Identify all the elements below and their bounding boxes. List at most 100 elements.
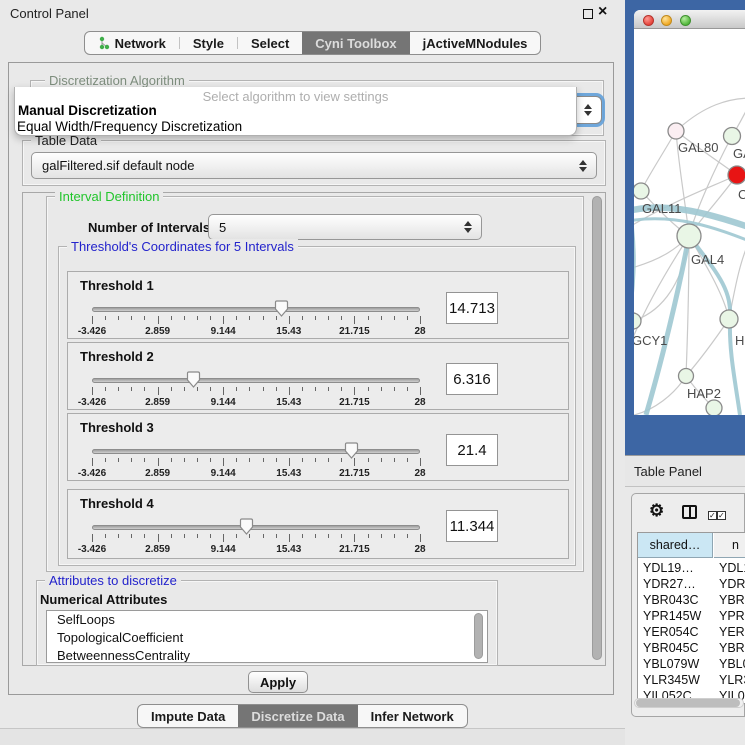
algorithm-dropdown-popup: Select algorithm to view settings Manual… <box>14 87 577 136</box>
attribute-list-item[interactable]: TopologicalCoefficient <box>47 629 487 647</box>
table-row[interactable]: YPR145WYPR1 <box>638 609 745 625</box>
tab-infer-network[interactable]: Infer Network <box>358 705 467 727</box>
minimize-window-icon[interactable] <box>661 15 672 26</box>
threshold-value-input[interactable] <box>446 363 498 395</box>
slider-track[interactable] <box>92 449 420 454</box>
tick-mark <box>341 534 342 538</box>
interval-group-title: Interval Definition <box>55 189 163 204</box>
slider-handle-icon[interactable] <box>186 371 201 388</box>
cell-shared-name: YER054C <box>643 625 713 639</box>
settings-vertical-scrollbar[interactable] <box>592 196 602 660</box>
table-row[interactable]: YLR345WYLR3 <box>638 673 745 689</box>
node-gal80[interactable] <box>668 123 684 139</box>
slider-handle-icon[interactable] <box>274 300 289 317</box>
combo-arrows-icon <box>578 160 587 172</box>
tick-mark <box>184 316 185 320</box>
float-panel-icon[interactable] <box>583 9 593 19</box>
tab-impute-data[interactable]: Impute Data <box>138 705 238 727</box>
table-data-combobox[interactable]: galFiltered.sif default node <box>31 152 597 179</box>
split-view-icon[interactable] <box>682 505 697 519</box>
dropdown-hint-item[interactable]: Select algorithm to view settings <box>15 89 576 104</box>
slider-track[interactable] <box>92 307 420 312</box>
threshold-slider[interactable]: -3.4262.8599.14415.4321.71528 <box>92 518 420 558</box>
threshold-slider[interactable]: -3.4262.8599.14415.4321.71528 <box>92 442 420 482</box>
gear-icon[interactable] <box>649 501 664 521</box>
node-gcy1[interactable] <box>634 313 641 329</box>
node-right-mid[interactable] <box>720 310 738 328</box>
table-panel-window: shared… n YDL19…YDL1YDR27…YDR2YBR043CYBR… <box>631 493 745 717</box>
tab-cyni-toolbox[interactable]: Cyni Toolbox <box>302 32 409 54</box>
node-attribute-table[interactable]: shared… n YDL19…YDL1YDR27…YDR2YBR043CYBR… <box>637 532 745 704</box>
tick-mark <box>420 458 421 466</box>
dropdown-option-equal-width[interactable]: Equal Width/Frequency Discretization <box>17 119 242 134</box>
slider-track[interactable] <box>92 378 420 383</box>
tick-mark <box>236 316 237 320</box>
num-intervals-combobox[interactable]: 5 <box>208 214 482 240</box>
node-gal11[interactable] <box>634 183 649 199</box>
tab-style[interactable]: Style <box>180 32 237 54</box>
scrollbar-thumb[interactable] <box>636 699 740 707</box>
node-bottom[interactable] <box>706 400 722 415</box>
tick-label: 28 <box>414 397 425 408</box>
tab-jactivemnodules[interactable]: jActiveMNodules <box>410 32 541 54</box>
attribute-list-item[interactable]: BetweennessCentrality <box>47 647 487 663</box>
node-hap2[interactable] <box>679 369 694 384</box>
tick-mark <box>118 534 119 538</box>
threshold-value-input[interactable] <box>446 434 498 466</box>
apply-button[interactable]: Apply <box>248 671 308 693</box>
node-gal4[interactable] <box>677 224 701 248</box>
tab-discretize-data[interactable]: Discretize Data <box>238 705 357 727</box>
slider-handle-icon[interactable] <box>344 442 359 459</box>
tick-mark <box>105 534 106 538</box>
network-canvas[interactable]: GAL80 GA C GAL11 GAL4 GCY1 H HAP2 <box>634 30 745 415</box>
tick-mark <box>131 534 132 538</box>
tab-network[interactable]: Network <box>85 32 179 54</box>
node-selected-red[interactable] <box>728 166 745 184</box>
threshold-slider[interactable]: -3.4262.8599.14415.4321.71528 <box>92 371 420 411</box>
tick-mark <box>394 534 395 538</box>
threshold-value-input[interactable] <box>446 292 498 324</box>
tick-mark <box>302 458 303 462</box>
slider-handle-icon[interactable] <box>239 518 254 535</box>
network-window-titlebar[interactable] <box>634 10 745 29</box>
table-row[interactable]: YBL079WYBL0 <box>638 657 745 673</box>
num-intervals-label: Number of Intervals <box>88 220 210 235</box>
tick-mark <box>420 534 421 542</box>
bottom-tab-bar: Impute DataDiscretize DataInfer Network <box>137 704 468 728</box>
node-top-right[interactable] <box>724 128 741 145</box>
cell-shared-name: YPR145W <box>643 609 713 623</box>
tick-mark <box>315 458 316 462</box>
tick-mark <box>171 316 172 320</box>
numerical-attributes-list[interactable]: SelfLoopsTopologicalCoefficientBetweenne… <box>46 610 488 663</box>
tick-label: 2.859 <box>145 397 170 408</box>
table-row[interactable]: YER054CYER0 <box>638 625 745 641</box>
cell-shared-name: YBR043C <box>643 593 713 607</box>
panel-title: Control Panel <box>10 6 89 21</box>
attribute-list-item[interactable]: SelfLoops <box>47 611 487 629</box>
checkbox-icons[interactable] <box>708 506 726 521</box>
close-window-icon[interactable] <box>643 15 654 26</box>
numerical-attributes-label: Numerical Attributes <box>40 592 167 607</box>
threshold-slider[interactable]: -3.4262.8599.14415.4321.71528 <box>92 300 420 340</box>
tick-mark <box>394 387 395 391</box>
column-header-name[interactable]: n <box>714 533 745 558</box>
tick-label: -3.426 <box>78 397 106 408</box>
table-row[interactable]: YDL19…YDL1 <box>638 561 745 577</box>
table-horizontal-scrollbar[interactable] <box>634 698 744 708</box>
tick-mark <box>92 534 93 542</box>
zoom-window-icon[interactable] <box>680 15 691 26</box>
attributes-list-scrollbar[interactable] <box>474 613 483 659</box>
dropdown-option-manual[interactable]: Manual Discretization <box>18 103 157 118</box>
tab-select[interactable]: Select <box>238 32 302 54</box>
tick-mark <box>368 387 369 391</box>
close-panel-icon[interactable] <box>598 3 607 21</box>
table-row[interactable]: YBR043CYBR0 <box>638 593 745 609</box>
tick-label: 21.715 <box>339 544 370 555</box>
threshold-value-input[interactable] <box>446 510 498 542</box>
column-header-shared-name[interactable]: shared… <box>638 533 713 558</box>
tick-mark <box>105 458 106 462</box>
table-row[interactable]: YDR27…YDR2 <box>638 577 745 593</box>
table-row[interactable]: YBR045CYBR0 <box>638 641 745 657</box>
slider-track[interactable] <box>92 525 420 530</box>
combo-arrows-icon <box>583 104 592 116</box>
